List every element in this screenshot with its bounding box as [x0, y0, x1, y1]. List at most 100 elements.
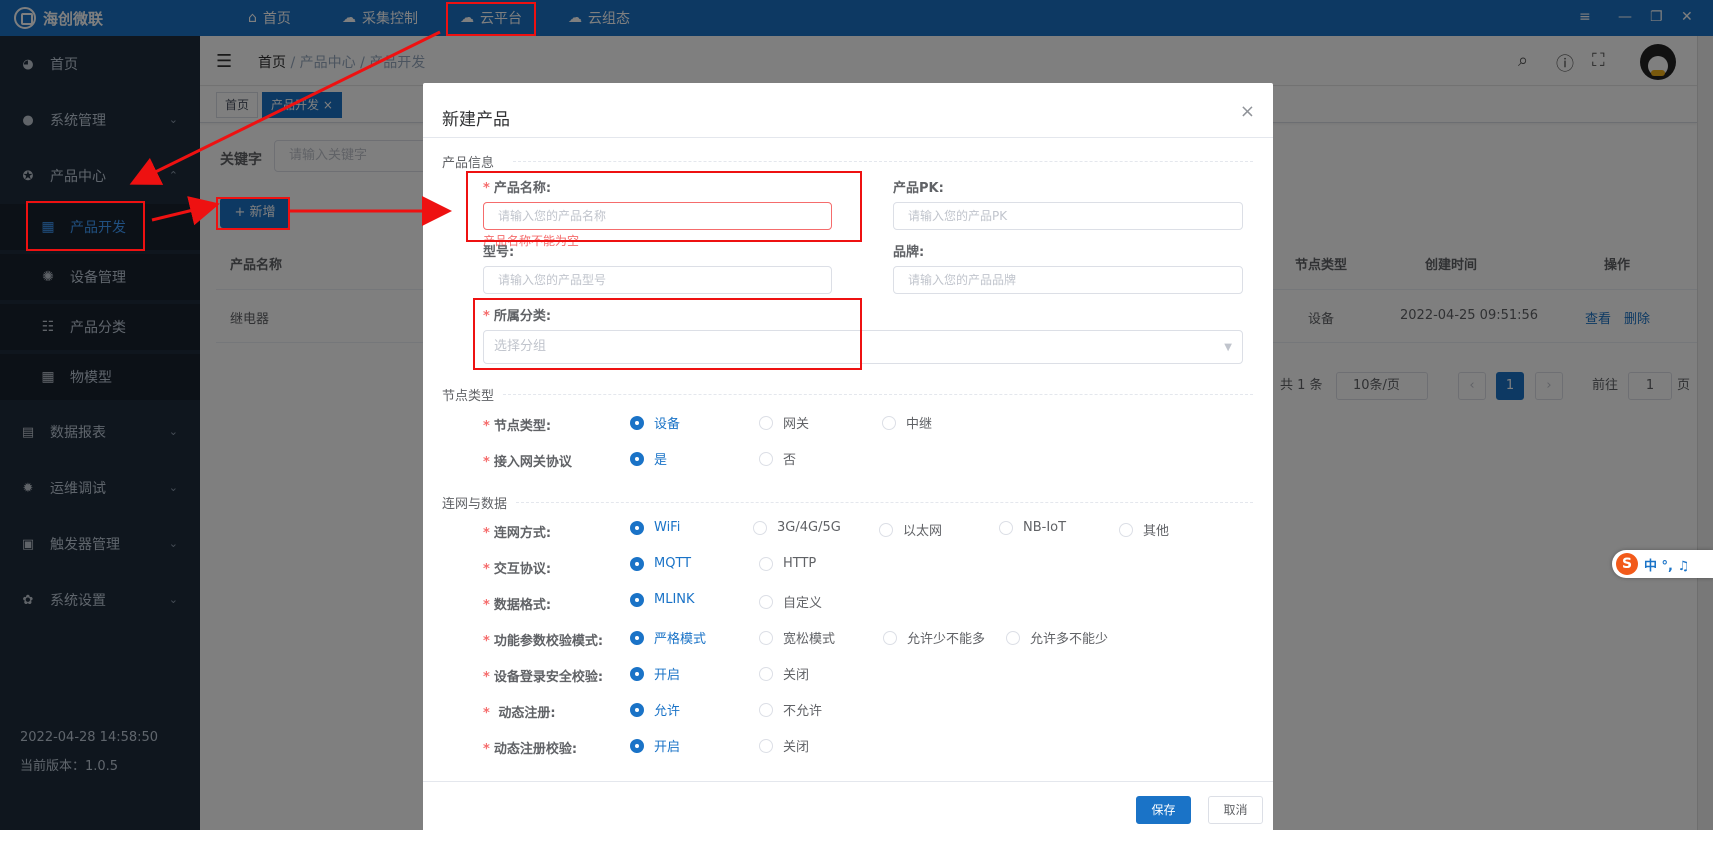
- radio-circle-icon: [759, 594, 773, 609]
- radio-group-label-text: 连网方式:: [493, 526, 552, 541]
- section-network-data: 连网与数据: [442, 497, 508, 512]
- category-label: * 所属分类:: [483, 309, 552, 324]
- section-node-type: 节点类型: [442, 389, 495, 404]
- radio-option[interactable]: 是: [630, 449, 667, 468]
- radio-option[interactable]: NB-IoT: [999, 520, 1066, 535]
- radio-circle-icon: [999, 520, 1013, 535]
- radio-group-label: * 接入网关协议: [483, 451, 572, 470]
- radio-group-label: * 动态注册校验:: [483, 738, 577, 757]
- dialog-header-divider: [423, 137, 1273, 138]
- category-label-text: 所属分类:: [493, 309, 552, 324]
- product-name-input[interactable]: 请输入您的产品名称: [483, 202, 832, 230]
- ime-toolbar[interactable]: S 中 °, ♫: [1612, 550, 1713, 578]
- radio-option-label: 以太网: [903, 524, 943, 539]
- ime-logo-icon: S: [1616, 553, 1638, 575]
- close-icon[interactable]: ×: [1240, 101, 1255, 122]
- radio-group-label: * 连网方式:: [483, 522, 551, 541]
- section-product-info: 产品信息: [442, 156, 495, 171]
- radio-option[interactable]: 3G/4G/5G: [753, 520, 841, 535]
- dialog-footer-divider: [423, 781, 1273, 782]
- radio-option-label: 关闭: [783, 740, 810, 755]
- radio-option-label: 开启: [654, 668, 681, 683]
- section-divider: [513, 161, 1253, 162]
- required-mark: *: [483, 742, 490, 757]
- radio-option[interactable]: 其他: [1119, 520, 1169, 539]
- radio-group-label: * 设备登录安全校验:: [483, 666, 603, 685]
- radio-option[interactable]: 允许多不能少: [1006, 628, 1108, 647]
- radio-group-label-text: 设备登录安全校验:: [493, 670, 604, 685]
- radio-option-label: WiFi: [654, 520, 681, 535]
- radio-circle-icon: [883, 630, 897, 645]
- radio-circle-icon: [759, 738, 773, 753]
- radio-circle-icon: [630, 451, 644, 466]
- radio-option[interactable]: 关闭: [759, 664, 809, 683]
- radio-group-label-text: 动态注册:: [493, 706, 556, 721]
- radio-option[interactable]: MQTT: [630, 556, 691, 571]
- radio-option[interactable]: 允许: [630, 700, 680, 719]
- radio-option-label: 中继: [906, 417, 933, 432]
- radio-option-label: 严格模式: [654, 632, 707, 647]
- section-divider: [503, 394, 1253, 395]
- radio-option-label: 否: [783, 453, 797, 468]
- radio-option[interactable]: 宽松模式: [759, 628, 835, 647]
- radio-option[interactable]: 开启: [630, 736, 680, 755]
- radio-option-label: 允许多不能少: [1030, 632, 1109, 647]
- radio-option[interactable]: 设备: [630, 413, 680, 432]
- radio-circle-icon: [630, 702, 644, 717]
- required-mark: *: [483, 562, 490, 577]
- radio-option[interactable]: 开启: [630, 664, 680, 683]
- radio-group-label-text: 接入网关协议: [493, 455, 572, 470]
- category-placeholder: 选择分组: [494, 339, 547, 354]
- radio-option[interactable]: 以太网: [879, 520, 942, 539]
- radio-option[interactable]: 中继: [882, 413, 932, 432]
- radio-option-label: 3G/4G/5G: [777, 520, 841, 535]
- product-pk-input[interactable]: 请输入您的产品PK: [893, 202, 1243, 230]
- dialog-title: 新建产品: [442, 110, 510, 130]
- required-mark: *: [483, 455, 490, 470]
- radio-option-label: 设备: [654, 417, 681, 432]
- required-mark: *: [483, 706, 490, 721]
- radio-option[interactable]: 严格模式: [630, 628, 706, 647]
- radio-option[interactable]: 关闭: [759, 736, 809, 755]
- model-input[interactable]: 请输入您的产品型号: [483, 266, 832, 294]
- radio-option-label: 自定义: [783, 596, 823, 611]
- radio-option-label: 网关: [783, 417, 810, 432]
- radio-circle-icon: [1006, 630, 1020, 645]
- radio-group-label-text: 节点类型:: [493, 419, 552, 434]
- radio-option[interactable]: 允许少不能多: [883, 628, 985, 647]
- radio-circle-icon: [759, 415, 773, 430]
- brand-label: 品牌:: [893, 245, 925, 260]
- radio-circle-icon: [630, 556, 644, 571]
- radio-option[interactable]: WiFi: [630, 520, 680, 535]
- radio-option-label: 允许少不能多: [907, 632, 986, 647]
- category-select[interactable]: 选择分组 ▼: [483, 330, 1243, 364]
- radio-option[interactable]: HTTP: [759, 556, 816, 571]
- product-pk-label: 产品PK:: [893, 181, 944, 196]
- radio-option[interactable]: 不允许: [759, 700, 822, 719]
- radio-option[interactable]: 自定义: [759, 592, 822, 611]
- brand-input[interactable]: 请输入您的产品品牌: [893, 266, 1243, 294]
- radio-group-label-text: 功能参数校验模式:: [493, 634, 604, 649]
- radio-option[interactable]: 网关: [759, 413, 809, 432]
- radio-circle-icon: [630, 415, 644, 430]
- radio-circle-icon: [1119, 522, 1133, 537]
- radio-circle-icon: [630, 592, 644, 607]
- radio-circle-icon: [759, 556, 773, 571]
- radio-option-label: NB-IoT: [1023, 520, 1067, 535]
- product-name-label-text: 产品名称:: [493, 181, 552, 196]
- caret-down-icon: ▼: [1224, 342, 1232, 353]
- radio-circle-icon: [753, 520, 767, 535]
- new-product-dialog: 新建产品 × 产品信息 * 产品名称: 请输入您的产品名称 产品名称不能为空 产品…: [423, 83, 1273, 843]
- cancel-button[interactable]: 取消: [1208, 796, 1263, 824]
- save-button[interactable]: 保存: [1136, 796, 1191, 824]
- radio-option[interactable]: MLINK: [630, 592, 695, 607]
- required-mark: *: [483, 526, 490, 541]
- radio-option[interactable]: 否: [759, 449, 796, 468]
- ime-status: 中 °, ♫: [1644, 558, 1690, 574]
- radio-option-label: 开启: [654, 740, 681, 755]
- radio-circle-icon: [630, 738, 644, 753]
- required-mark: *: [483, 670, 490, 685]
- radio-circle-icon: [882, 415, 896, 430]
- radio-circle-icon: [630, 630, 644, 645]
- radio-option-label: 宽松模式: [783, 632, 836, 647]
